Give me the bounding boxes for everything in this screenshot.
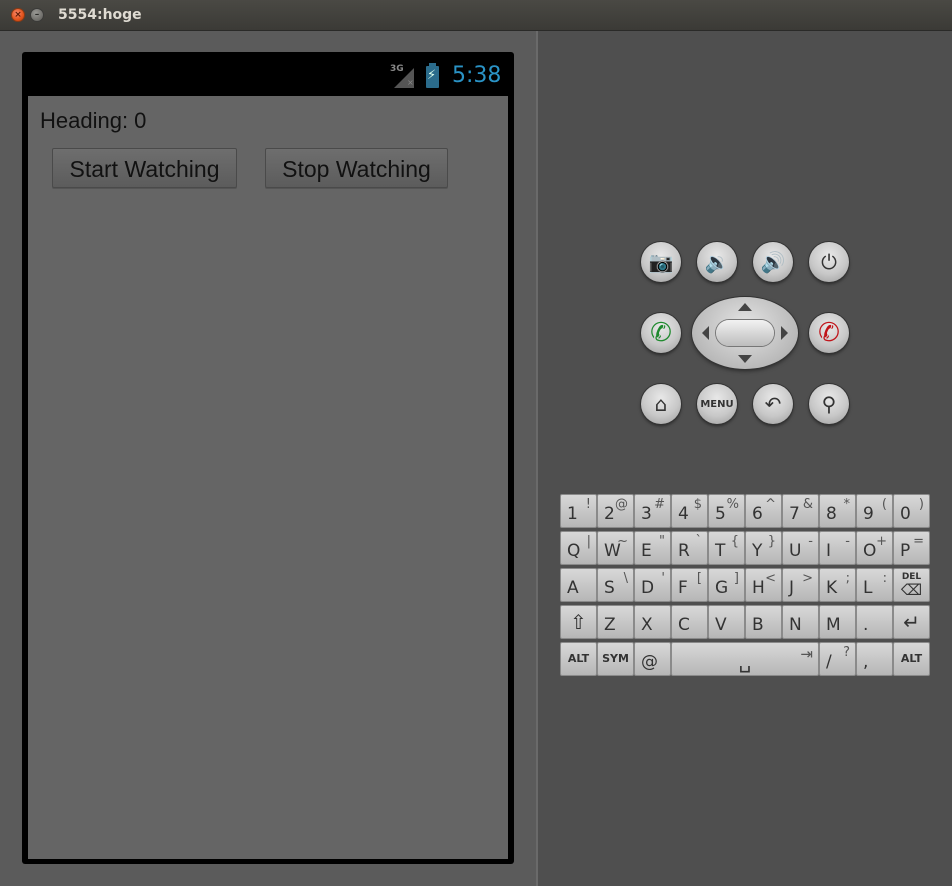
back-icon[interactable]: ↶ — [753, 384, 793, 424]
key-2[interactable]: 2 @ — [597, 494, 634, 528]
key-h[interactable]: H < — [745, 568, 782, 602]
key-7[interactable]: 7 & — [782, 494, 819, 528]
volume-down-icon[interactable]: 🔉 — [697, 242, 737, 282]
key-3[interactable]: 3 # — [634, 494, 671, 528]
signal-icon: 3G × — [390, 64, 416, 88]
window-titlebar[interactable]: × – 5554:hoge — [0, 0, 952, 31]
dpad-left-icon[interactable] — [702, 326, 709, 340]
end-call-icon[interactable]: ✆ — [809, 313, 849, 353]
key-8[interactable]: 8 * — [819, 494, 856, 528]
camera-icon[interactable]: 📷 — [641, 242, 681, 282]
key-r[interactable]: R ` — [671, 531, 708, 565]
key-o[interactable]: O + — [856, 531, 893, 565]
search-icon[interactable]: ⚲ — [809, 384, 849, 424]
key-0[interactable]: 0) — [893, 494, 930, 528]
key-p[interactable]: P = — [893, 531, 930, 565]
hardware-keyboard: 1! 2 @ 3 # 4 $ 5% 6 ^ 7 & 8 * 9( 0) Q | W ~ E " R… — [560, 494, 930, 676]
stop-watching-button[interactable]: Stop Watching — [265, 148, 448, 188]
key-period[interactable]: . — [856, 605, 893, 639]
dpad-right-icon[interactable] — [781, 326, 788, 340]
backspace-icon: ⌫ — [900, 581, 923, 599]
menu-label: MENU — [700, 398, 734, 410]
battery-icon: ⚡ — [426, 63, 439, 88]
dpad-down-icon[interactable] — [738, 355, 752, 363]
window-title: 5554:hoge — [58, 7, 142, 23]
key-f[interactable]: F[ — [671, 568, 708, 602]
dpad-up-icon[interactable] — [738, 303, 752, 311]
close-icon[interactable]: × — [11, 8, 25, 22]
key-i[interactable]: I- — [819, 531, 856, 565]
start-watching-button[interactable]: Start Watching — [52, 148, 237, 188]
tab-icon: ⇥ — [800, 645, 813, 663]
enter-icon: ↵ — [903, 610, 920, 634]
network-type: 3G — [390, 64, 404, 74]
power-icon[interactable]: ⏻ — [809, 242, 849, 282]
key-shift[interactable]: ⇧ — [560, 605, 597, 639]
no-signal-mark: × — [407, 78, 414, 87]
key-6[interactable]: 6 ^ — [745, 494, 782, 528]
key-q[interactable]: Q | — [560, 531, 597, 565]
emulator-skin-right — [538, 31, 952, 886]
key-v[interactable]: V — [708, 605, 745, 639]
menu-button[interactable]: MENU — [697, 384, 737, 424]
key-t[interactable]: T{ — [708, 531, 745, 565]
minimize-icon[interactable]: – — [30, 8, 44, 22]
key-comma[interactable]: , — [856, 642, 893, 676]
key-x[interactable]: X — [634, 605, 671, 639]
key-sym[interactable]: SYM — [597, 642, 634, 676]
key-5[interactable]: 5% — [708, 494, 745, 528]
key-a[interactable]: A — [560, 568, 597, 602]
dpad-center-button[interactable] — [716, 320, 774, 346]
key-z[interactable]: Z — [597, 605, 634, 639]
key-j[interactable]: J > — [782, 568, 819, 602]
key-g[interactable]: G] — [708, 568, 745, 602]
key-d[interactable]: D ' — [634, 568, 671, 602]
key-slash[interactable]: /? — [819, 642, 856, 676]
key-l[interactable]: L: — [856, 568, 893, 602]
key-s[interactable]: S \ — [597, 568, 634, 602]
dpad[interactable] — [692, 297, 798, 369]
key-c[interactable]: C — [671, 605, 708, 639]
key-4[interactable]: 4 $ — [671, 494, 708, 528]
key-alt-left[interactable]: ALT — [560, 642, 597, 676]
key-space[interactable]: ␣ ⇥ — [671, 642, 819, 676]
key-9[interactable]: 9( — [856, 494, 893, 528]
key-w[interactable]: W ~ — [597, 531, 634, 565]
app-screen[interactable]: Heading: 0 Start Watching Stop Watching — [28, 96, 508, 859]
key-enter[interactable]: ↵ — [893, 605, 930, 639]
charging-icon: ⚡ — [427, 68, 437, 83]
key-at[interactable]: @ — [634, 642, 671, 676]
key-k[interactable]: K; — [819, 568, 856, 602]
status-bar: 3G × ⚡ 5:38 — [22, 52, 514, 96]
key-y[interactable]: Y} — [745, 531, 782, 565]
key-alt-right[interactable]: ALT — [893, 642, 930, 676]
key-u[interactable]: U- — [782, 531, 819, 565]
key-m[interactable]: M — [819, 605, 856, 639]
device-frame: 3G × ⚡ 5:38 Heading: 0 Start Watching St… — [22, 52, 514, 864]
key-e[interactable]: E " — [634, 531, 671, 565]
key-del[interactable]: DEL ⌫ — [893, 568, 930, 602]
key-b[interactable]: B — [745, 605, 782, 639]
call-icon[interactable]: ✆ — [641, 313, 681, 353]
home-icon[interactable]: ⌂ — [641, 384, 681, 424]
status-clock: 5:38 — [452, 63, 502, 88]
key-n[interactable]: N — [782, 605, 819, 639]
shift-icon: ⇧ — [570, 610, 587, 634]
key-1[interactable]: 1! — [560, 494, 597, 528]
heading-label: Heading: 0 — [40, 108, 147, 133]
space-icon: ␣ — [738, 649, 752, 673]
volume-up-icon[interactable]: 🔊 — [753, 242, 793, 282]
